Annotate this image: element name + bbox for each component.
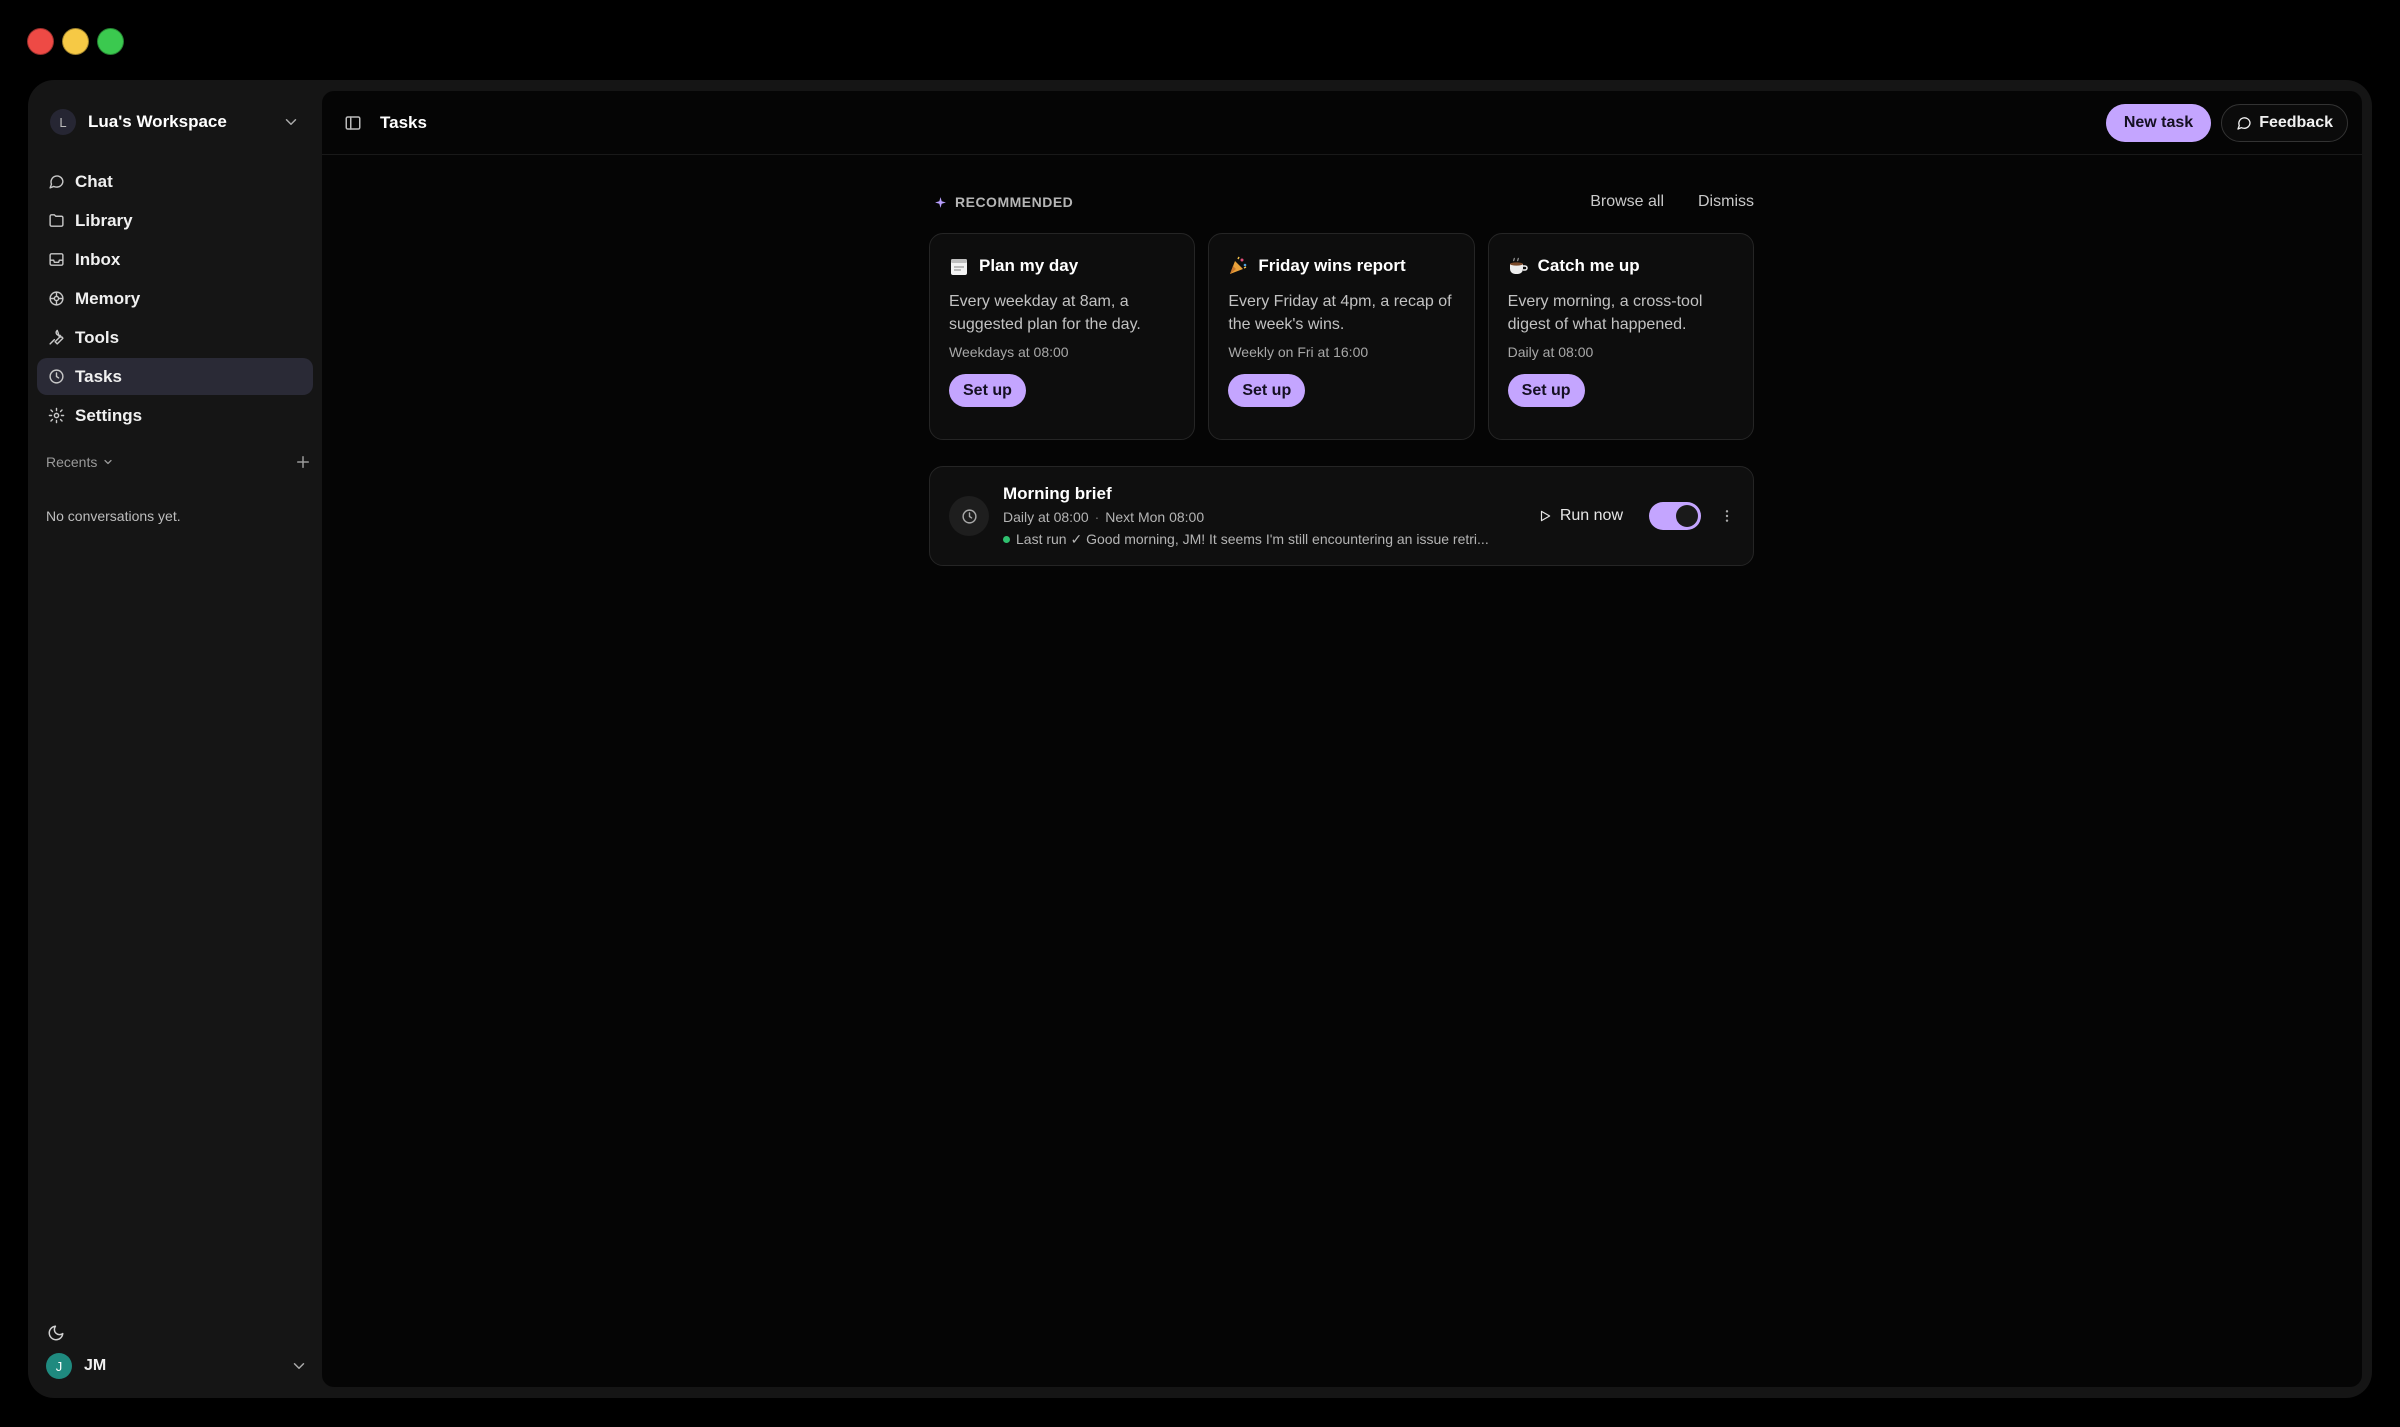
- chat-icon: [47, 173, 65, 191]
- sidebar-nav: Chat Library Inbox Memory Tools Tasks Se…: [37, 163, 313, 436]
- inbox-icon: [47, 251, 65, 269]
- maximize-window-button[interactable]: [97, 28, 124, 55]
- sidebar-item-chat[interactable]: Chat: [37, 163, 313, 200]
- moon-icon[interactable]: [47, 1324, 65, 1342]
- close-window-button[interactable]: [27, 28, 54, 55]
- sidebar-item-label: Settings: [75, 405, 143, 425]
- minimize-window-button[interactable]: [62, 28, 89, 55]
- recents-empty-state: No conversations yet.: [46, 508, 181, 524]
- brain-icon: [47, 290, 65, 308]
- sidebar-toggle-icon[interactable]: [344, 114, 362, 132]
- recommended-header: RECOMMENDED Browse all Dismiss: [934, 191, 1754, 213]
- set-up-button[interactable]: Set up: [1507, 374, 1585, 407]
- run-now-button[interactable]: Run now: [1538, 507, 1623, 525]
- page-title: Tasks: [380, 112, 427, 132]
- card-description: Every Friday at 4pm, a recap of the week…: [1228, 293, 1452, 333]
- main-panel: Tasks New task Feedback RECOMMENDED Brow…: [322, 91, 2362, 1387]
- folder-icon: [47, 212, 65, 230]
- sidebar-item-label: Tools: [75, 327, 120, 347]
- sidebar-item-label: Library: [75, 210, 133, 230]
- gear-icon: [47, 407, 65, 425]
- more-options-icon[interactable]: [1719, 508, 1735, 524]
- clock-icon: [47, 368, 65, 386]
- recommended-actions: Browse all Dismiss: [1590, 193, 1754, 211]
- task-frequency: Daily at 08:00: [1003, 509, 1089, 525]
- recommended-card: Friday wins report Every Friday at 4pm, …: [1208, 233, 1475, 440]
- new-task-button[interactable]: New task: [2105, 103, 2212, 142]
- task-schedule: Daily at 08:00 · Next Mon 08:00: [1003, 509, 1205, 525]
- message-icon: [2237, 116, 2251, 130]
- recommended-cards: Plan my day Every weekday at 8am, a sugg…: [929, 233, 1754, 440]
- set-up-button[interactable]: Set up: [949, 374, 1026, 407]
- sidebar-item-library[interactable]: Library: [37, 202, 313, 239]
- window-controls: [27, 28, 124, 55]
- workspace-name: Lua's Workspace: [88, 112, 227, 131]
- sparkle-icon: [935, 196, 946, 208]
- set-up-button[interactable]: Set up: [1228, 374, 1306, 407]
- chevron-down-icon: [282, 113, 300, 131]
- workspace-avatar: L: [50, 109, 76, 135]
- task-last-run: Last run ✓ Good morning, JM! It seems I'…: [1003, 531, 1503, 548]
- task-row[interactable]: Morning brief Daily at 08:00 · Next Mon 08…: [929, 466, 1754, 566]
- recommended-card: Plan my day Every weekday at 8am, a sugg…: [929, 233, 1196, 440]
- card-schedule: Daily at 08:00: [1507, 344, 1594, 360]
- run-now-label: Run now: [1559, 507, 1623, 524]
- chevron-down-icon: [290, 1357, 308, 1375]
- play-icon: [1540, 510, 1551, 522]
- card-title: Catch me up: [1537, 256, 1640, 275]
- sidebar-item-label: Chat: [75, 171, 113, 191]
- topbar-actions: New task Feedback: [2105, 103, 2348, 142]
- recents-label: Recents: [46, 454, 98, 470]
- last-run-text: Last run ✓ Good morning, JM! It seems I'…: [1016, 531, 1489, 547]
- party-popper-icon: [1228, 256, 1248, 276]
- card-title: Friday wins report: [1258, 256, 1406, 275]
- clock-icon: [949, 496, 989, 536]
- sidebar-item-settings[interactable]: Settings: [37, 397, 313, 434]
- feedback-button[interactable]: Feedback: [2221, 103, 2348, 142]
- recents-toggle[interactable]: Recents: [46, 454, 114, 470]
- dismiss-button[interactable]: Dismiss: [1698, 193, 1754, 211]
- browse-all-button[interactable]: Browse all: [1590, 193, 1664, 211]
- user-name: JM: [84, 1357, 107, 1374]
- task-info: Morning brief Daily at 08:00 · Next Mon 08…: [1003, 484, 1538, 548]
- card-description: Every weekday at 8am, a suggested plan f…: [949, 293, 1141, 333]
- feedback-label: Feedback: [2259, 113, 2333, 131]
- status-dot: [1003, 536, 1010, 543]
- sidebar-item-label: Inbox: [75, 249, 121, 269]
- recommended-badge: RECOMMENDED: [934, 194, 1073, 210]
- top-bar: Tasks New task Feedback: [322, 91, 2362, 155]
- workspace-switcher[interactable]: L Lua's Workspace: [40, 102, 310, 142]
- chevron-down-icon: [104, 459, 112, 465]
- task-next-run: Next Mon 08:00: [1105, 509, 1205, 525]
- avatar: J: [46, 1353, 72, 1379]
- task-enabled-toggle[interactable]: [1649, 502, 1701, 530]
- card-description: Every morning, a cross-tool digest of wh…: [1507, 293, 1703, 333]
- tool-icon: [47, 329, 65, 347]
- task-title: Morning brief: [1003, 484, 1112, 503]
- card-schedule: Weekdays at 08:00: [949, 344, 1069, 360]
- recommended-card: Catch me up Every morning, a cross-tool …: [1487, 233, 1754, 440]
- app-window: L Lua's Workspace Chat Library Inbox Mem…: [28, 80, 2372, 1398]
- card-title: Plan my day: [979, 256, 1079, 275]
- recents-header: Recents: [46, 453, 312, 471]
- toggle-knob: [1676, 505, 1698, 527]
- plus-icon[interactable]: [294, 453, 312, 471]
- sidebar: L Lua's Workspace Chat Library Inbox Mem…: [28, 80, 322, 1398]
- coffee-icon: [1508, 256, 1528, 276]
- recommended-label: RECOMMENDED: [955, 194, 1074, 210]
- sidebar-item-label: Tasks: [75, 366, 122, 386]
- sidebar-item-tasks[interactable]: Tasks: [37, 358, 313, 395]
- sidebar-item-inbox[interactable]: Inbox: [37, 241, 313, 278]
- sidebar-item-label: Memory: [75, 288, 141, 308]
- sidebar-item-tools[interactable]: Tools: [37, 319, 313, 356]
- notepad-icon: [949, 256, 969, 276]
- sidebar-item-memory[interactable]: Memory: [37, 280, 313, 317]
- card-schedule: Weekly on Fri at 16:00: [1228, 344, 1369, 360]
- user-menu[interactable]: J JM: [44, 1348, 310, 1384]
